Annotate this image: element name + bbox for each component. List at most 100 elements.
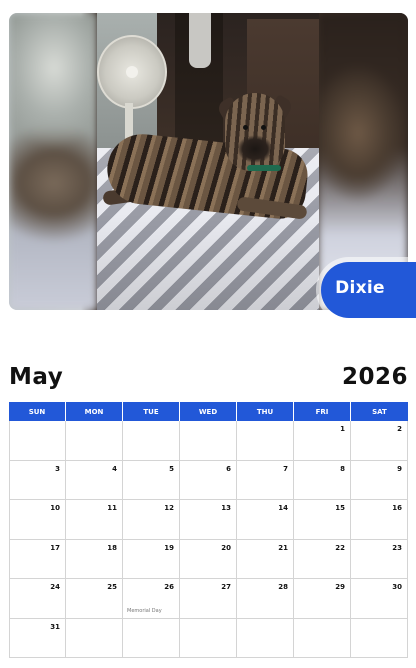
day-cell: 12 — [123, 500, 180, 540]
day-cell: 22 — [294, 539, 351, 579]
day-cell: 21 — [237, 539, 294, 579]
year-title: 2026 — [341, 364, 408, 390]
towel — [189, 13, 211, 68]
calendar-grid: SUN MON TUE WED THU FRI SAT 1 2 3 4 5 6 … — [9, 402, 408, 658]
day-cell — [351, 618, 408, 658]
dog-eye-right — [261, 125, 266, 130]
day-number: 13 — [221, 504, 231, 512]
day-number: 27 — [221, 583, 231, 591]
dog-photo — [97, 13, 319, 310]
week-row: 24 25 26 Memorial Day 27 28 29 30 — [9, 579, 408, 619]
weekday-tue: TUE — [123, 402, 180, 421]
day-cell — [180, 421, 237, 461]
month-title: May — [9, 364, 64, 390]
day-cell — [123, 421, 180, 461]
day-cell: 16 — [351, 500, 408, 540]
day-number: 10 — [50, 504, 60, 512]
day-number: 30 — [392, 583, 402, 591]
day-number: 5 — [169, 464, 174, 473]
day-cell: 4 — [66, 460, 123, 500]
pet-name-badge: Dixie — [321, 262, 416, 318]
day-cell: 5 — [123, 460, 180, 500]
day-number: 4 — [112, 464, 117, 473]
day-number: 26 — [164, 583, 174, 591]
day-cell — [294, 618, 351, 658]
day-cell: 24 — [9, 579, 66, 619]
day-number: 9 — [397, 464, 402, 473]
weekday-header: SUN MON TUE WED THU FRI SAT — [9, 402, 408, 421]
day-cell: 15 — [294, 500, 351, 540]
week-row: 3 4 5 6 7 8 9 — [9, 460, 408, 500]
day-cell — [66, 618, 123, 658]
day-cell: 1 — [294, 421, 351, 461]
day-cell — [180, 618, 237, 658]
weekday-wed: WED — [180, 402, 237, 421]
day-cell: 13 — [180, 500, 237, 540]
day-cell: 20 — [180, 539, 237, 579]
day-number: 6 — [226, 464, 231, 473]
day-cell: 9 — [351, 460, 408, 500]
day-cell — [123, 618, 180, 658]
day-cell — [9, 421, 66, 461]
day-number: 15 — [335, 504, 345, 512]
weekday-sun: SUN — [9, 402, 66, 421]
holiday-label: Memorial Day — [127, 607, 162, 614]
day-cell: 17 — [9, 539, 66, 579]
day-number: 17 — [50, 543, 60, 552]
day-number: 24 — [50, 583, 60, 591]
day-number: 23 — [392, 543, 402, 552]
day-number: 14 — [278, 504, 288, 512]
weekday-sat: SAT — [351, 402, 408, 421]
fan-hub — [126, 66, 138, 78]
day-number: 31 — [50, 622, 60, 631]
day-number: 25 — [107, 583, 117, 591]
week-row: 10 11 12 13 14 15 16 — [9, 500, 408, 540]
dog-head — [225, 93, 285, 171]
day-cell — [237, 618, 294, 658]
day-cell: 28 — [237, 579, 294, 619]
day-number: 16 — [392, 504, 402, 512]
day-number: 1 — [340, 425, 345, 433]
week-row: 17 18 19 20 21 22 23 — [9, 539, 408, 579]
day-cell: 23 — [351, 539, 408, 579]
day-cell: 30 — [351, 579, 408, 619]
day-cell: 18 — [66, 539, 123, 579]
week-row: 31 — [9, 618, 408, 658]
day-cell: 29 — [294, 579, 351, 619]
weekday-fri: FRI — [294, 402, 351, 421]
day-cell: 7 — [237, 460, 294, 500]
pet-name: Dixie — [335, 278, 385, 298]
day-cell: 31 — [9, 618, 66, 658]
day-cell: 14 — [237, 500, 294, 540]
day-number: 11 — [107, 504, 117, 512]
dog-collar — [247, 165, 281, 171]
day-cell: 11 — [66, 500, 123, 540]
day-cell: 10 — [9, 500, 66, 540]
day-number: 20 — [221, 543, 231, 552]
weekday-mon: MON — [66, 402, 123, 421]
day-cell: 26 Memorial Day — [123, 579, 180, 619]
day-number: 12 — [164, 504, 174, 512]
week-row: 1 2 — [9, 421, 408, 461]
dog-eye-left — [243, 125, 248, 130]
day-cell — [237, 421, 294, 461]
day-cell: 3 — [9, 460, 66, 500]
photo-blur-left — [9, 13, 97, 310]
fan — [97, 35, 167, 109]
weekday-thu: THU — [237, 402, 294, 421]
day-cell: 8 — [294, 460, 351, 500]
day-number: 22 — [335, 543, 345, 552]
day-number: 19 — [164, 543, 174, 552]
day-cell: 25 — [66, 579, 123, 619]
day-cell — [66, 421, 123, 461]
day-cell: 27 — [180, 579, 237, 619]
day-number: 3 — [55, 464, 60, 473]
day-number: 8 — [340, 464, 345, 473]
day-number: 2 — [397, 425, 402, 433]
day-cell: 2 — [351, 421, 408, 461]
day-number: 28 — [278, 583, 288, 591]
day-number: 7 — [283, 464, 288, 473]
day-cell: 19 — [123, 539, 180, 579]
day-number: 29 — [335, 583, 345, 591]
day-number: 21 — [278, 543, 288, 552]
